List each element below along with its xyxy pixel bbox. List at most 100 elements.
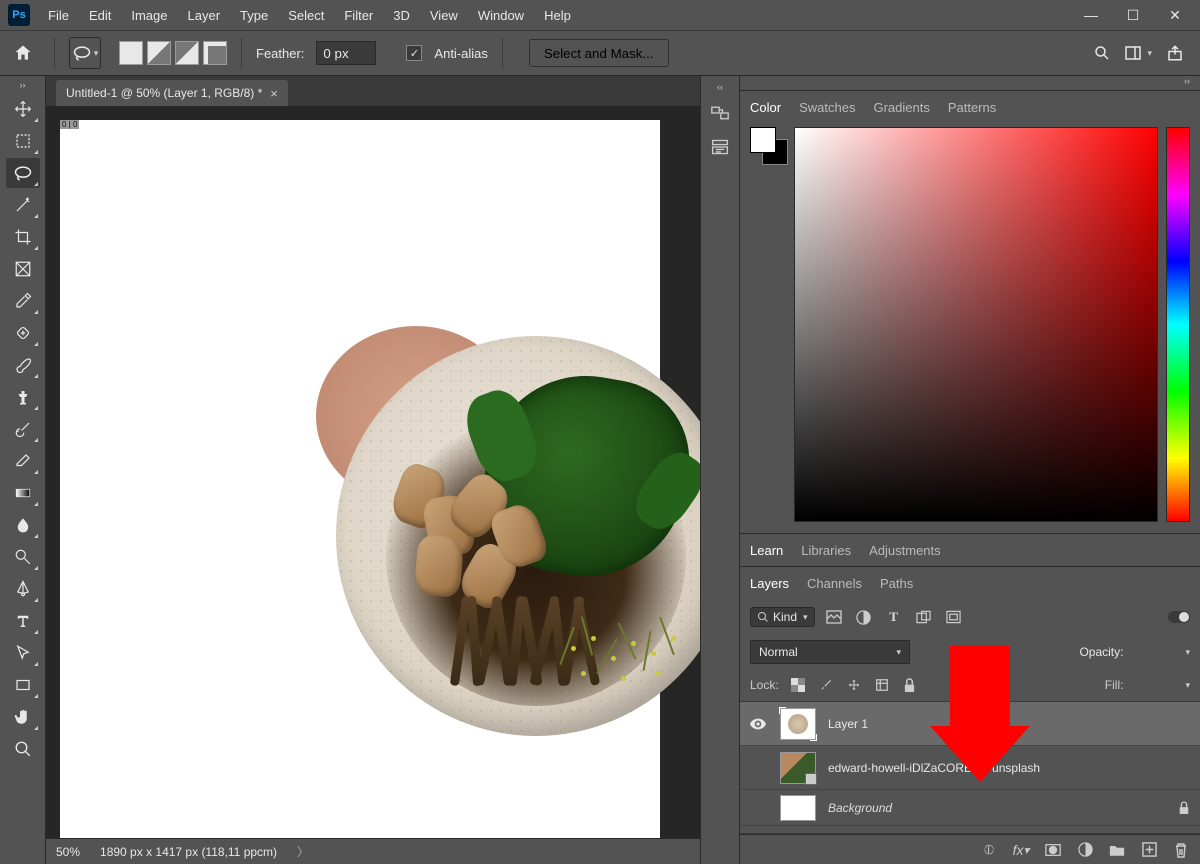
layer-thumbnail[interactable]: [780, 752, 816, 784]
share-icon[interactable]: [1166, 44, 1184, 62]
menu-type[interactable]: Type: [230, 0, 278, 30]
lock-all-icon[interactable]: [901, 676, 919, 694]
menu-filter[interactable]: Filter: [334, 0, 383, 30]
menu-help[interactable]: Help: [534, 0, 581, 30]
tab-patterns[interactable]: Patterns: [948, 100, 996, 115]
menu-select[interactable]: Select: [278, 0, 334, 30]
feather-input[interactable]: [316, 41, 376, 65]
tab-libraries[interactable]: Libraries: [801, 543, 851, 558]
filter-pixel-icon[interactable]: [825, 608, 843, 626]
fill-chevron-icon[interactable]: ▾: [1183, 680, 1190, 691]
tab-layers[interactable]: Layers: [750, 576, 789, 591]
tab-swatches[interactable]: Swatches: [799, 100, 855, 115]
magic-wand-tool[interactable]: [6, 190, 40, 220]
dodge-tool[interactable]: [6, 542, 40, 572]
eraser-tool[interactable]: [6, 446, 40, 476]
layer-effects-icon[interactable]: fx▾: [1012, 841, 1030, 859]
close-tab-icon[interactable]: ×: [270, 86, 278, 101]
layer-row[interactable]: Layer 1: [740, 702, 1200, 746]
opacity-chevron-icon[interactable]: ▾: [1183, 647, 1190, 658]
pen-tool[interactable]: [6, 574, 40, 604]
rectangle-tool[interactable]: [6, 670, 40, 700]
gradient-tool[interactable]: [6, 478, 40, 508]
menu-image[interactable]: Image: [121, 0, 177, 30]
select-and-mask-button[interactable]: Select and Mask...: [529, 39, 669, 67]
frame-tool[interactable]: [6, 254, 40, 284]
layer-thumbnail[interactable]: [780, 795, 816, 821]
tab-adjustments[interactable]: Adjustments: [869, 543, 941, 558]
document-tab[interactable]: Untitled-1 @ 50% (Layer 1, RGB/8) * ×: [56, 80, 288, 106]
menu-layer[interactable]: Layer: [178, 0, 231, 30]
workspace-switcher[interactable]: ▾: [1125, 46, 1152, 60]
brush-tool[interactable]: [6, 350, 40, 380]
delete-layer-icon[interactable]: [1172, 841, 1190, 859]
tab-paths[interactable]: Paths: [880, 576, 913, 591]
history-brush-tool[interactable]: [6, 414, 40, 444]
window-close-button[interactable]: ✕: [1154, 2, 1196, 28]
window-minimize-button[interactable]: —: [1070, 2, 1112, 28]
home-button[interactable]: [6, 36, 40, 70]
window-maximize-button[interactable]: ☐: [1112, 2, 1154, 28]
lock-artboard-icon[interactable]: [873, 676, 891, 694]
crop-tool[interactable]: [6, 222, 40, 252]
menu-edit[interactable]: Edit: [79, 0, 121, 30]
layer-name[interactable]: Layer 1: [828, 717, 1190, 731]
tool-preset-picker[interactable]: ▾: [69, 37, 101, 69]
toolbar-collapse-icon[interactable]: ››: [20, 80, 26, 90]
panels-collapse-icon[interactable]: ››: [740, 76, 1200, 90]
antialias-checkbox[interactable]: ✓: [406, 45, 422, 61]
link-layers-icon[interactable]: ⦶: [980, 841, 998, 859]
layer-name[interactable]: edward-howell-iDlZaCORBO0-unsplash: [828, 761, 1190, 775]
layer-row[interactable]: edward-howell-iDlZaCORBO0-unsplash: [740, 746, 1200, 790]
visibility-toggle-icon[interactable]: [750, 718, 768, 730]
filter-adjustment-icon[interactable]: [855, 608, 873, 626]
lasso-tool[interactable]: [6, 158, 40, 188]
layer-filter-kind[interactable]: Kind ▾: [750, 607, 815, 627]
artboard-tool[interactable]: [6, 126, 40, 156]
blend-mode-dropdown[interactable]: Normal▾: [750, 640, 910, 664]
menu-file[interactable]: File: [38, 0, 79, 30]
dock-collapse-icon[interactable]: ‹‹: [717, 82, 723, 92]
history-panel-icon[interactable]: [706, 100, 734, 126]
lock-image-icon[interactable]: [817, 676, 835, 694]
properties-panel-icon[interactable]: [706, 134, 734, 160]
filter-type-icon[interactable]: T: [885, 608, 903, 626]
foreground-background-swatch[interactable]: [750, 127, 786, 525]
filter-shape-icon[interactable]: [915, 608, 933, 626]
blur-tool[interactable]: [6, 510, 40, 540]
hand-tool[interactable]: [6, 702, 40, 732]
type-tool[interactable]: [6, 606, 40, 636]
lock-position-icon[interactable]: [845, 676, 863, 694]
healing-tool[interactable]: [6, 318, 40, 348]
selection-add-icon[interactable]: [147, 41, 171, 65]
move-tool[interactable]: [6, 94, 40, 124]
saturation-value-picker[interactable]: [794, 127, 1158, 522]
hue-slider[interactable]: [1166, 127, 1190, 522]
selection-new-icon[interactable]: [119, 41, 143, 65]
menu-view[interactable]: View: [420, 0, 468, 30]
tab-channels[interactable]: Channels: [807, 576, 862, 591]
tab-color[interactable]: Color: [750, 100, 781, 115]
layer-row[interactable]: Background: [740, 790, 1200, 826]
menu-window[interactable]: Window: [468, 0, 534, 30]
clone-tool[interactable]: [6, 382, 40, 412]
zoom-level[interactable]: 50%: [56, 845, 80, 859]
lock-transparency-icon[interactable]: [789, 676, 807, 694]
new-layer-icon[interactable]: [1140, 841, 1158, 859]
tab-gradients[interactable]: Gradients: [873, 100, 929, 115]
adjustment-layer-icon[interactable]: [1076, 841, 1094, 859]
filter-toggle[interactable]: [1168, 611, 1190, 623]
eyedropper-tool[interactable]: [6, 286, 40, 316]
search-icon[interactable]: [1093, 44, 1111, 62]
canvas-area[interactable]: 0 | 0: [46, 106, 700, 838]
add-mask-icon[interactable]: [1044, 841, 1062, 859]
zoom-tool[interactable]: [6, 734, 40, 764]
layer-name[interactable]: Background: [828, 801, 1166, 815]
path-select-tool[interactable]: [6, 638, 40, 668]
menu-3d[interactable]: 3D: [383, 0, 420, 30]
tab-learn[interactable]: Learn: [750, 543, 783, 558]
selection-intersect-icon[interactable]: [203, 41, 227, 65]
new-group-icon[interactable]: [1108, 841, 1126, 859]
selection-subtract-icon[interactable]: [175, 41, 199, 65]
layer-thumbnail[interactable]: [780, 708, 816, 740]
